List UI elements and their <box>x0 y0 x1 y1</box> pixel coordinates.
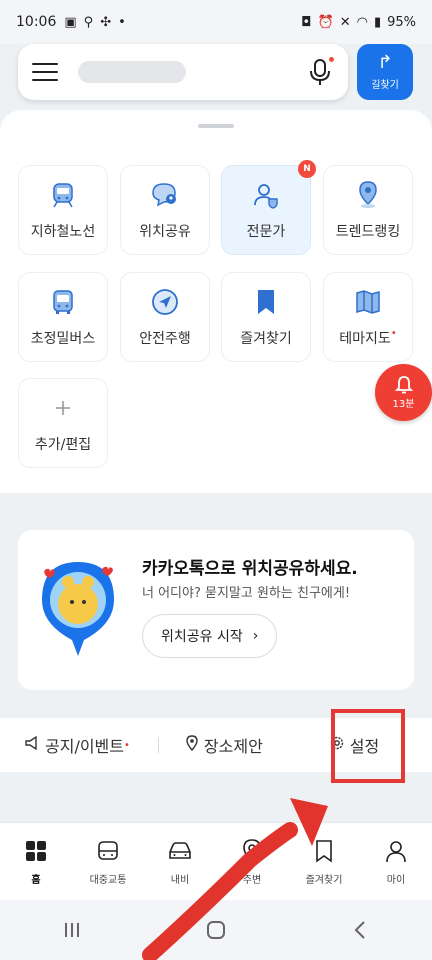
theme-map-icon <box>352 286 384 318</box>
tile-label: 테마지도• <box>339 328 397 347</box>
tile-label: 초정밀버스 <box>30 331 96 347</box>
alarm-button[interactable]: 13분 <box>375 364 432 421</box>
nav-label: 대중교통 <box>89 875 127 886</box>
nav-transit[interactable]: 대중교통 <box>72 823 144 900</box>
promo-subtitle: 너 어디야? 묻지말고 원하는 친구에게! <box>142 586 351 601</box>
tile-bookmark[interactable]: 즐겨찾기 <box>221 272 311 362</box>
plus-icon <box>47 392 79 424</box>
start-location-share-button[interactable]: 위치공유 시작 › <box>142 614 278 658</box>
bookmark-icon <box>310 837 338 865</box>
new-badge: N <box>298 160 316 178</box>
bottom-navigation: 홈 대중교통 내비 주변 즐겨찾기 마이 <box>0 822 432 900</box>
sheet-handle[interactable] <box>198 124 234 128</box>
divider <box>157 737 159 753</box>
nav-label: 홈 <box>31 875 41 886</box>
alarm-clock-icon: ⏰ <box>317 14 334 30</box>
nav-nearby[interactable]: 주변 <box>216 823 288 900</box>
alarm-label: 13분 <box>392 399 415 410</box>
nav-bookmark[interactable]: 즐겨찾기 <box>288 823 360 900</box>
location-pin-icon <box>185 735 199 755</box>
person-icon <box>382 837 410 865</box>
home-button-icon[interactable] <box>196 910 236 950</box>
mic-alert-dot <box>329 57 334 62</box>
promo-button-label: 위치공유 시작 <box>161 629 243 645</box>
lock-icon: ◘ <box>301 14 312 30</box>
system-navigation <box>0 900 432 960</box>
notice-event-link[interactable]: 공지/이벤트 • <box>24 733 130 757</box>
tile-location-share[interactable]: 위치공유 <box>120 165 210 255</box>
place-suggest-link[interactable]: 장소제안 <box>185 733 263 757</box>
location-pin-icon <box>238 837 266 865</box>
microphone-icon[interactable] <box>306 57 334 87</box>
tile-label: 즐겨찾기 <box>240 331 292 347</box>
tile-label: 추가/편집 <box>34 437 92 453</box>
search-bar[interactable] <box>18 44 348 100</box>
mascot-image <box>38 558 118 658</box>
route-button-label: 길찾기 <box>371 80 399 91</box>
nav-label: 즐겨찾기 <box>305 875 343 886</box>
tile-safe-driving[interactable]: 안전주행 <box>120 272 210 362</box>
tile-theme-map[interactable]: 테마지도• <box>323 272 413 362</box>
home-grid-icon <box>22 837 50 865</box>
signal-icon: ▮ <box>373 14 382 30</box>
trend-ranking-icon <box>352 179 384 211</box>
quick-menu-sheet: 지하철노선 위치공유 전문가 N 트렌드랭킹 초정밀버스 안전주행 즐겨찾기 테… <box>0 110 432 493</box>
bus-icon <box>47 286 79 318</box>
bookmark-icon <box>250 286 282 318</box>
mute-icon: ✕ <box>339 14 351 30</box>
turn-arrow-icon: ↱ <box>377 52 393 73</box>
bell-icon <box>394 376 413 394</box>
tile-label: 안전주행 <box>139 331 191 347</box>
new-dot: • <box>390 328 397 339</box>
status-bar: 10:06 ▣ ⚲ ✣ • ◘ ⏰ ✕ ◠ ▮ 95% <box>0 0 432 44</box>
notice-label: 공지/이벤트 <box>45 737 124 756</box>
transit-icon <box>94 837 122 865</box>
tile-expert[interactable]: 전문가 N <box>221 160 316 255</box>
nav-label: 내비 <box>170 875 190 886</box>
nav-label: 마이 <box>386 875 406 886</box>
tile-label: 트렌드랭킹 <box>335 224 401 240</box>
expert-icon <box>250 179 282 211</box>
car-icon <box>166 837 194 865</box>
place-suggest-label: 장소제안 <box>203 737 263 756</box>
back-icon[interactable] <box>340 910 380 950</box>
location-icon: ⚲ <box>83 14 94 30</box>
recent-apps-icon[interactable] <box>52 910 92 950</box>
safe-driving-icon <box>149 286 181 318</box>
nav-home[interactable]: 홈 <box>0 823 72 900</box>
location-share-icon <box>149 179 181 211</box>
tile-add-edit[interactable]: 추가/편집 <box>18 378 108 468</box>
new-dot: • <box>124 739 130 751</box>
tile-label: 전문가 <box>246 224 286 240</box>
location-share-promo: 카카오톡으로 위치공유하세요. 너 어디야? 묻지말고 원하는 친구에게! 위치… <box>18 530 414 690</box>
menu-icon[interactable] <box>32 63 58 81</box>
megaphone-icon <box>24 735 40 755</box>
dot-icon: • <box>118 14 126 30</box>
tile-trend-ranking[interactable]: 트렌드랭킹 <box>323 165 413 255</box>
route-button[interactable]: ↱ 길찾기 <box>357 44 413 100</box>
tile-label: 지하철노선 <box>30 224 96 240</box>
status-time: 10:06 <box>16 14 57 30</box>
tile-bus[interactable]: 초정밀버스 <box>18 272 108 362</box>
nav-navi[interactable]: 내비 <box>144 823 216 900</box>
wifi-icon: ◠ <box>356 14 368 30</box>
gallery-icon: ▣ <box>64 14 77 30</box>
tile-label: 위치공유 <box>139 224 191 240</box>
fan-icon: ✣ <box>100 14 112 30</box>
settings-highlight-box <box>331 709 405 783</box>
nav-label: 주변 <box>242 875 262 886</box>
chevron-right-icon: › <box>252 628 259 644</box>
nav-my[interactable]: 마이 <box>360 823 432 900</box>
subway-icon <box>47 179 79 211</box>
search-field-blurred[interactable] <box>78 61 186 83</box>
tile-subway[interactable]: 지하철노선 <box>18 165 108 255</box>
promo-title: 카카오톡으로 위치공유하세요. <box>142 559 358 579</box>
battery-text: 95% <box>387 14 416 30</box>
